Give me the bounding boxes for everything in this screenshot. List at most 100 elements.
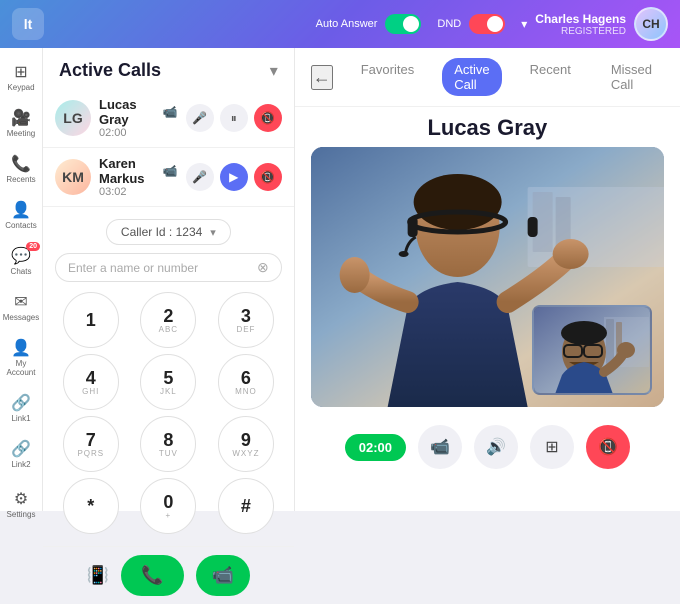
toggle-thumb — [487, 16, 503, 32]
keypad-section: Caller Id : 1234 ▾ Enter a name or numbe… — [43, 207, 294, 546]
phone-icon: 📞 — [141, 565, 163, 586]
pause-button[interactable]: ⏸ — [220, 104, 248, 132]
sidebar-label-recents: Recents — [6, 175, 35, 184]
video-toggle-button[interactable]: 📹 — [418, 425, 462, 469]
key-8[interactable]: 8TUV — [140, 416, 196, 472]
avatar-lucas: LG — [55, 100, 91, 136]
user-profile[interactable]: ▾ Charles Hagens REGISTERED CH — [521, 7, 668, 41]
sidebar-item-messages[interactable]: ✉ Messages — [0, 286, 42, 328]
end-call-main-button[interactable]: 📵 — [586, 425, 630, 469]
tab-favorites[interactable]: Favorites — [349, 58, 426, 96]
right-panel: ← Favorites Active Call Recent Missed Ca… — [295, 48, 680, 511]
search-input-row: Enter a name or number ⊗ — [55, 253, 282, 282]
tab-active-call[interactable]: Active Call — [442, 58, 501, 96]
key-6[interactable]: 6MNO — [218, 354, 274, 410]
keypad-toggle-button[interactable]: ⊞ — [530, 425, 574, 469]
sidebar-item-recents[interactable]: 📞 Recents — [0, 148, 42, 190]
caller-name: Lucas Gray — [295, 107, 680, 147]
auto-answer-toggle[interactable] — [385, 14, 421, 34]
sidebar-label-account: My Account — [4, 359, 38, 377]
end-call-icon: 📵 — [598, 437, 618, 457]
dialpad-icon: ⊞ — [545, 437, 558, 457]
key-2[interactable]: 2ABC — [140, 292, 196, 348]
sidebar-label-contacts: Contacts — [5, 221, 37, 230]
recents-icon: 📞 — [11, 154, 31, 174]
mute-button-2[interactable]: 🎤 — [186, 163, 214, 191]
back-button[interactable]: ← — [311, 65, 333, 90]
key-1[interactable]: 1 — [63, 292, 119, 348]
end-call-button-2[interactable]: 📵 — [254, 163, 282, 191]
key-5[interactable]: 5JKL — [140, 354, 196, 410]
messages-icon: ✉ — [14, 292, 27, 312]
chats-badge: 20 — [26, 242, 40, 251]
auto-answer-group: Auto Answer — [316, 14, 422, 34]
call-time-lucas: 02:00 — [99, 127, 178, 139]
toggle-thumb — [403, 16, 419, 32]
call-actions-lucas: 🎤 ⏸ 📵 — [186, 104, 282, 132]
mute-button[interactable]: 🎤 — [186, 104, 214, 132]
sidebar-label-link1: Link1 — [11, 414, 30, 423]
sidebar-item-link2[interactable]: 🔗 Link2 — [0, 433, 42, 475]
voicemail-icon[interactable]: 📳 — [87, 565, 109, 586]
call-name-lucas: Lucas Gray 📹 — [99, 97, 178, 127]
sidebar-item-chats[interactable]: 💬 Chats 20 — [0, 240, 42, 282]
dnd-toggle[interactable] — [469, 14, 505, 34]
video-container: You — [311, 147, 664, 407]
settings-icon: ⚙ — [14, 489, 28, 509]
user-avatar: CH — [634, 7, 668, 41]
sidebar-item-settings[interactable]: ⚙ Settings — [0, 483, 42, 525]
sidebar-item-meeting[interactable]: 🎥 Meeting — [0, 102, 42, 144]
call-info-karen: Karen Markus 📹 03:02 — [99, 156, 178, 198]
caller-id-chevron-icon: ▾ — [210, 226, 216, 239]
dnd-group: DND — [437, 14, 505, 34]
clear-icon[interactable]: ⊗ — [257, 259, 269, 276]
key-4[interactable]: 4GHI — [63, 354, 119, 410]
make-video-call-button[interactable]: 📹 — [196, 555, 250, 596]
tab-recent[interactable]: Recent — [518, 58, 583, 96]
sidebar-item-myaccount[interactable]: 👤 My Account — [0, 332, 42, 383]
meeting-icon: 🎥 — [11, 108, 31, 128]
volume-button[interactable]: 🔊 — [474, 425, 518, 469]
sidebar-item-contacts[interactable]: 👤 Contacts — [0, 194, 42, 236]
sidebar-item-keypad[interactable]: ⊞ Keypad — [0, 56, 42, 98]
key-3[interactable]: 3DEF — [218, 292, 274, 348]
key-star[interactable]: * — [63, 478, 119, 534]
key-0[interactable]: 0+ — [140, 478, 196, 534]
sidebar-label-link2: Link2 — [11, 460, 30, 469]
caller-id-selector[interactable]: Caller Id : 1234 ▾ — [106, 219, 231, 245]
header-right: Auto Answer DND ▾ Charles Hagens REGISTE… — [316, 7, 668, 41]
key-7[interactable]: 7PQRS — [63, 416, 119, 472]
call-name-karen: Karen Markus 📹 — [99, 156, 178, 186]
sidebar-item-link1[interactable]: 🔗 Link1 — [0, 387, 42, 429]
sidebar-label-settings: Settings — [7, 510, 36, 519]
video-call-icon: 📹 — [212, 565, 234, 585]
user-status: REGISTERED — [535, 26, 626, 37]
sidebar-label-messages: Messages — [3, 313, 39, 322]
resume-button[interactable]: ▶ — [220, 163, 248, 191]
link1-icon: 🔗 — [11, 393, 31, 413]
key-hash[interactable]: # — [218, 478, 274, 534]
auto-answer-label: Auto Answer — [316, 18, 378, 30]
link2-icon: 🔗 — [11, 439, 31, 459]
call-time-karen: 03:02 — [99, 186, 178, 198]
sidebar: ⊞ Keypad 🎥 Meeting 📞 Recents 👤 Contacts … — [0, 48, 43, 511]
key-9[interactable]: 9WXYZ — [218, 416, 274, 472]
make-call-button[interactable]: 📞 — [121, 555, 183, 596]
end-call-button[interactable]: 📵 — [254, 104, 282, 132]
user-name: Charles Hagens — [535, 12, 626, 26]
caller-id-text: Caller Id : 1234 — [121, 225, 202, 239]
collapse-icon[interactable]: ▾ — [270, 61, 278, 81]
sidebar-label-chats: Chats — [11, 267, 32, 276]
video-indicator: 📹 — [163, 105, 178, 119]
call-timer: 02:00 — [345, 434, 406, 461]
nav-tabs: Favorites Active Call Recent Missed Call — [349, 58, 664, 96]
main-layout: ⊞ Keypad 🎥 Meeting 📞 Recents 👤 Contacts … — [0, 48, 680, 511]
sidebar-label-keypad: Keypad — [7, 83, 34, 92]
user-info: Charles Hagens REGISTERED — [535, 12, 626, 37]
avatar-karen: KM — [55, 159, 91, 195]
call-actions-karen: 🎤 ▶ 📵 — [186, 163, 282, 191]
chevron-down-icon: ▾ — [521, 17, 527, 31]
tab-missed-call[interactable]: Missed Call — [599, 58, 664, 96]
sidebar-label-meeting: Meeting — [7, 129, 35, 138]
call-item-karen: KM Karen Markus 📹 03:02 🎤 ▶ 📵 — [43, 148, 294, 207]
